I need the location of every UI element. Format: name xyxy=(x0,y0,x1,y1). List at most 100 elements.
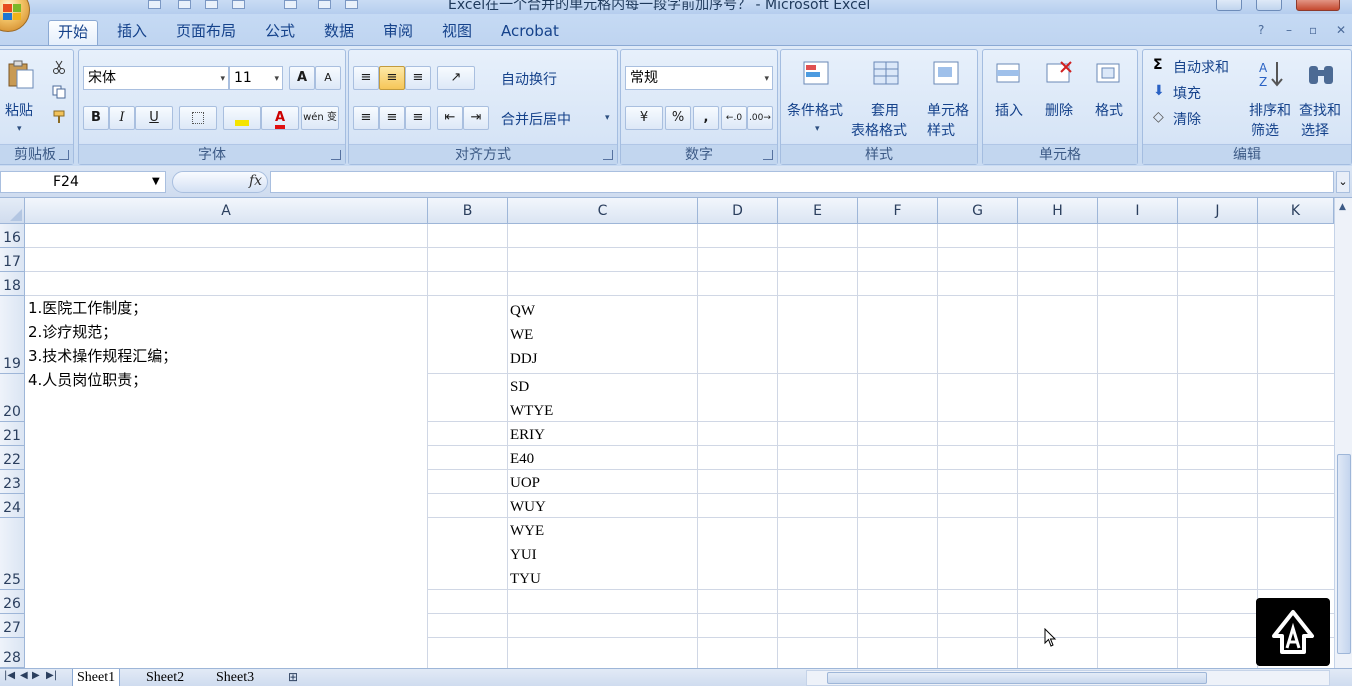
minimize-button[interactable] xyxy=(1216,0,1242,11)
horizontal-scroll-thumb[interactable] xyxy=(827,672,1207,684)
chevron-down-icon[interactable]: ▾ xyxy=(220,68,225,90)
number-format-combo[interactable]: 常规 ▾ xyxy=(625,66,773,90)
cell-a19[interactable]: 1.医院工作制度； 2.诊疗规范； 3.技术操作规程汇编； 4.人员岗位职责； xyxy=(28,296,177,392)
scroll-up-icon[interactable]: ▲ xyxy=(1339,202,1346,212)
copy-icon[interactable] xyxy=(52,85,66,99)
decrease-indent-button[interactable]: ⇤ xyxy=(437,106,463,130)
row-header-21[interactable]: 21 xyxy=(0,422,25,446)
paste-icon[interactable] xyxy=(5,58,37,90)
paste-button[interactable]: 粘贴 xyxy=(5,100,33,120)
column-header-b[interactable]: B xyxy=(428,198,508,224)
row-header-18[interactable]: 18 xyxy=(0,272,25,296)
autosum-button[interactable]: 自动求和 xyxy=(1173,57,1229,77)
cell-c25[interactable]: WYE YUI TYU xyxy=(510,519,544,591)
merge-center-button[interactable]: 合并后居中 xyxy=(501,109,571,129)
percent-button[interactable]: % xyxy=(665,106,691,130)
tab-acrobat[interactable]: Acrobat xyxy=(492,20,568,46)
new-file-icon[interactable] xyxy=(178,0,191,9)
row-header-16[interactable]: 16 xyxy=(0,224,25,248)
font-launcher-icon[interactable] xyxy=(331,150,341,160)
column-header-e[interactable]: E xyxy=(778,198,858,224)
next-sheet-icon[interactable]: ▶ xyxy=(32,670,40,681)
increase-decimal-button[interactable]: ←.0 xyxy=(721,106,747,130)
sort-filter-button-line1[interactable]: 排序和 xyxy=(1249,100,1291,120)
format-cells-icon[interactable] xyxy=(1093,58,1125,90)
cell-c23[interactable]: UOP xyxy=(510,471,540,495)
alignment-launcher-icon[interactable] xyxy=(603,150,613,160)
format-as-table-icon[interactable] xyxy=(871,58,903,90)
horizontal-scrollbar[interactable] xyxy=(806,670,1330,686)
italic-button[interactable]: I xyxy=(109,106,135,130)
insert-cells-icon[interactable] xyxy=(993,58,1025,90)
align-bottom-button[interactable]: ≡ xyxy=(405,66,431,90)
format-icon[interactable] xyxy=(284,0,297,9)
cell-c20[interactable]: SD WTYE xyxy=(510,375,553,423)
font-size-combo[interactable]: 11 ▾ xyxy=(229,66,283,90)
conditional-format-button[interactable]: 条件格式 xyxy=(787,100,843,120)
help-icon[interactable]: ? xyxy=(1258,23,1264,37)
cell-c21[interactable]: ERIY xyxy=(510,423,545,447)
column-header-f[interactable]: F xyxy=(858,198,938,224)
expand-formula-bar-icon[interactable]: ⌄ xyxy=(1336,171,1350,193)
vertical-scrollbar[interactable]: ▲ xyxy=(1334,198,1352,668)
delete-cells-button[interactable]: 删除 xyxy=(1045,100,1073,120)
border-button[interactable] xyxy=(179,106,217,130)
tab-formulas[interactable]: 公式 xyxy=(256,20,304,46)
cell-c24[interactable]: WUY xyxy=(510,495,546,519)
delete-cells-icon[interactable] xyxy=(1043,58,1075,90)
find-select-button-line1[interactable]: 查找和 xyxy=(1299,100,1341,120)
table-icon[interactable] xyxy=(205,0,218,9)
comma-button[interactable]: , xyxy=(693,106,719,130)
cell-styles-button-line2[interactable]: 样式 xyxy=(927,120,955,140)
row-header-19[interactable]: 19 xyxy=(0,296,25,374)
maximize-button[interactable] xyxy=(1256,0,1282,11)
format-as-table-button-line2[interactable]: 表格格式 xyxy=(851,120,907,140)
sheet-tab-sheet3[interactable]: Sheet3 xyxy=(216,669,254,686)
chevron-down-icon[interactable]: ▾ xyxy=(815,124,820,134)
format-cells-button[interactable]: 格式 xyxy=(1095,100,1123,120)
shrink-font-button[interactable]: A xyxy=(315,66,341,90)
phonetic-button[interactable]: wén 变 xyxy=(301,106,339,130)
vertical-scroll-thumb[interactable] xyxy=(1337,454,1351,654)
row-header-27[interactable]: 27 xyxy=(0,614,25,638)
column-header-h[interactable]: H xyxy=(1018,198,1098,224)
font-color-button[interactable]: A xyxy=(261,106,299,130)
decrease-decimal-button[interactable]: .00→ xyxy=(747,106,773,130)
align-middle-button[interactable]: ≡ xyxy=(379,66,405,90)
align-left-button[interactable]: ≡ xyxy=(353,106,379,130)
insert-cells-button[interactable]: 插入 xyxy=(995,100,1023,120)
cell-styles-button-line1[interactable]: 单元格 xyxy=(927,100,969,120)
name-box-dropdown-icon[interactable]: ▼ xyxy=(152,176,160,187)
formula-input[interactable] xyxy=(270,171,1334,193)
binoculars-icon[interactable] xyxy=(1305,58,1337,90)
sheet-tab-sheet2[interactable]: Sheet2 xyxy=(146,669,184,686)
worksheet-grid[interactable]: A B C D E F G H I J K 16 17 18 19 20 21 … xyxy=(0,198,1352,668)
workbook-minimize-icon[interactable]: – xyxy=(1286,23,1292,37)
format-painter-icon[interactable] xyxy=(52,110,66,124)
column-header-a[interactable]: A xyxy=(25,198,428,224)
tab-page-layout[interactable]: 页面布局 xyxy=(167,20,245,46)
column-header-d[interactable]: D xyxy=(698,198,778,224)
underline-button[interactable]: U xyxy=(135,106,173,130)
align-top-button[interactable]: ≡ xyxy=(353,66,379,90)
tab-review[interactable]: 审阅 xyxy=(374,20,422,46)
wrap-text-button[interactable]: 自动换行 xyxy=(501,69,557,89)
tab-home[interactable]: 开始 xyxy=(48,20,99,46)
align-center-button[interactable]: ≡ xyxy=(379,106,405,130)
cut-icon[interactable] xyxy=(52,60,66,74)
grow-font-button[interactable]: A xyxy=(289,66,315,90)
row-header-17[interactable]: 17 xyxy=(0,248,25,272)
prev-sheet-icon[interactable]: ◀ xyxy=(20,670,28,681)
row-header-24[interactable]: 24 xyxy=(0,494,25,518)
sheet-tab-sheet1[interactable]: Sheet1 xyxy=(72,669,121,686)
tab-view[interactable]: 视图 xyxy=(433,20,481,46)
row-header-20[interactable]: 20 xyxy=(0,374,25,422)
copy-icon[interactable] xyxy=(232,0,245,9)
orientation-button[interactable]: ↗ xyxy=(437,66,475,90)
increase-indent-button[interactable]: ⇥ xyxy=(463,106,489,130)
fill-button[interactable]: 填充 xyxy=(1173,83,1201,103)
sort-filter-button-line2[interactable]: 筛选 xyxy=(1251,120,1279,140)
bold-button[interactable]: B xyxy=(83,106,109,130)
cell-c22[interactable]: E40 xyxy=(510,447,534,471)
column-header-i[interactable]: I xyxy=(1098,198,1178,224)
